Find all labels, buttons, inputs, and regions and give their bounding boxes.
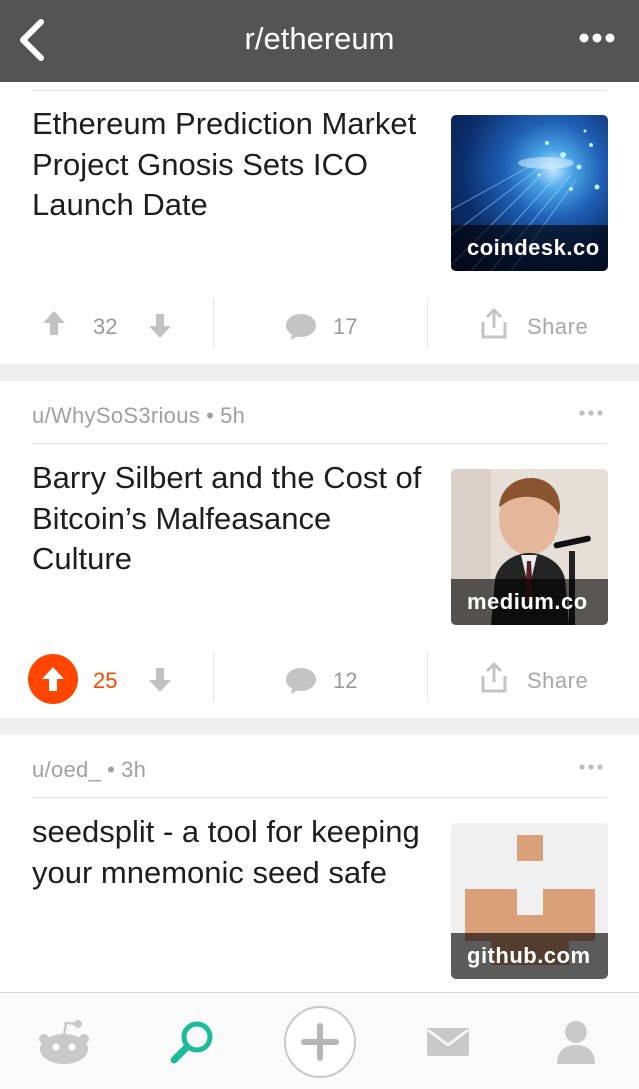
upvote-button[interactable] [37, 306, 71, 340]
post-thumbnail[interactable]: medium.co [451, 469, 608, 625]
more-horizontal-icon [579, 410, 603, 416]
comment-count: 12 [333, 668, 358, 693]
share-icon [481, 662, 507, 693]
post-title[interactable]: Barry Silbert and the Cost of Bitcoin’s … [32, 458, 432, 580]
divider [32, 797, 607, 798]
post-more-button[interactable] [579, 755, 609, 779]
post-meta: u/oed_ • 3h [32, 757, 146, 783]
post-author[interactable]: u/WhySoS3rious [32, 403, 200, 428]
post-score: 25 [93, 668, 118, 693]
post-card: u/WhySoS3rious • 5h Barry Silbert and the … [0, 381, 639, 718]
divider [32, 90, 607, 91]
profile-icon [557, 1020, 595, 1064]
upvote-button[interactable] [28, 654, 78, 704]
post-feed[interactable]: Ethereum Prediction Market Project Gnosi… [0, 82, 639, 992]
meta-separator: • [206, 403, 215, 428]
action-separator [427, 298, 428, 348]
share-label: Share [527, 668, 589, 693]
thumbnail-domain: github.com [451, 933, 608, 979]
bottom-tab-bar [0, 992, 639, 1089]
action-separator [213, 298, 214, 348]
comments-button[interactable]: 17 [285, 308, 385, 348]
post-title[interactable]: seedsplit - a tool for keeping your mnem… [32, 812, 432, 893]
downvote-arrow-icon [149, 668, 171, 692]
downvote-button[interactable] [146, 666, 174, 694]
post-score: 32 [93, 314, 118, 339]
post-age: 3h [121, 757, 147, 782]
divider [32, 443, 607, 444]
home-icon [39, 1019, 89, 1064]
action-separator [427, 652, 428, 702]
post-card: u/oed_ • 3h seedsplit - a tool for keeping… [0, 735, 639, 992]
inbox-icon [427, 1027, 469, 1056]
thumbnail-domain: coindesk.co [451, 225, 608, 271]
post-meta: u/WhySoS3rious • 5h [32, 403, 245, 429]
tab-inbox[interactable] [406, 993, 490, 1089]
upvote-arrow-icon [42, 667, 64, 691]
post-more-button[interactable] [579, 401, 609, 425]
share-button[interactable]: Share [480, 308, 610, 348]
tab-post[interactable] [278, 993, 362, 1089]
post-icon [284, 1005, 356, 1078]
share-label: Share [527, 314, 589, 339]
tab-search[interactable] [150, 993, 234, 1089]
top-bar: r/ethereum [0, 0, 639, 82]
more-horizontal-icon [579, 33, 615, 43]
share-button[interactable]: Share [480, 662, 610, 702]
downvote-arrow-icon [149, 314, 171, 338]
upvote-arrow-icon [43, 311, 65, 335]
comments-button[interactable]: 12 [285, 662, 385, 702]
more-options-button[interactable] [575, 18, 619, 58]
comment-count: 17 [333, 314, 358, 339]
post-actions: 25 12 Share [0, 652, 639, 706]
post-author[interactable]: u/oed_ [32, 757, 101, 782]
tab-profile[interactable] [534, 993, 618, 1089]
action-separator [213, 652, 214, 702]
tab-home[interactable] [22, 993, 106, 1089]
post-actions: 32 17 Share [0, 298, 639, 352]
post-thumbnail[interactable]: coindesk.co [451, 115, 608, 271]
comment-bubble-icon [286, 314, 316, 340]
post-age: 5h [220, 403, 246, 428]
share-icon [481, 308, 507, 339]
comment-bubble-icon [286, 668, 316, 694]
meta-separator: • [107, 757, 116, 782]
post-card: Ethereum Prediction Market Project Gnosi… [0, 82, 639, 364]
page-title: r/ethereum [244, 21, 395, 56]
post-thumbnail[interactable]: github.com [451, 823, 608, 979]
search-icon [170, 1021, 213, 1063]
more-horizontal-icon [579, 764, 603, 770]
thumbnail-domain: medium.co [451, 579, 608, 625]
post-title[interactable]: Ethereum Prediction Market Project Gnosi… [32, 104, 432, 226]
downvote-button[interactable] [146, 312, 174, 340]
